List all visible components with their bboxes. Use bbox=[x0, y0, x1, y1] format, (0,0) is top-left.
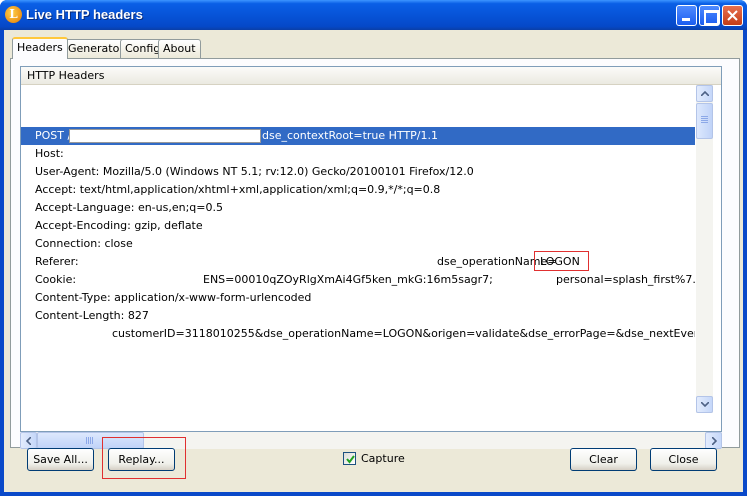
post-body: customerID=3118010255&dse_operationName=… bbox=[112, 327, 695, 340]
vertical-scrollbar[interactable] bbox=[696, 85, 713, 413]
host-header: Host: bbox=[35, 147, 64, 160]
list-item[interactable]: Connection: close bbox=[21, 235, 695, 253]
live-http-headers-icon: L bbox=[5, 6, 22, 23]
title-bar[interactable]: L Live HTTP headers bbox=[0, 0, 747, 30]
close-icon bbox=[727, 10, 738, 21]
chevron-right-icon bbox=[712, 437, 717, 445]
list-item[interactable]: User-Agent: Mozilla/5.0 (Windows NT 5.1;… bbox=[21, 163, 695, 181]
cookie-value-1: ENS=00010qZOyRlgXmAi4Gf5ken_mkG:16m5sagr… bbox=[203, 273, 493, 286]
chevron-up-icon bbox=[701, 91, 709, 96]
accept-encoding-header: Accept-Encoding: gzip, deflate bbox=[35, 219, 203, 232]
scroll-left-button[interactable] bbox=[20, 432, 37, 449]
vertical-scroll-thumb[interactable] bbox=[696, 103, 713, 139]
list-item[interactable]: Content-Type: application/x-www-form-url… bbox=[21, 289, 695, 307]
request-line-row[interactable]: POST / dse_contextRoot=true HTTP/1.1 bbox=[21, 127, 695, 145]
user-agent-header: User-Agent: Mozilla/5.0 (Windows NT 5.1;… bbox=[35, 165, 474, 178]
capture-label: Capture bbox=[361, 452, 405, 465]
chevron-left-icon bbox=[26, 437, 31, 445]
list-item[interactable]: Referer: dse_operationName= LOGON bbox=[21, 251, 695, 271]
scroll-down-button[interactable] bbox=[696, 396, 713, 413]
cookie-label: Cookie: bbox=[35, 273, 77, 286]
checkmark-icon bbox=[346, 455, 355, 464]
accept-header: Accept: text/html,application/xhtml+xml,… bbox=[35, 183, 441, 196]
chevron-down-icon bbox=[701, 402, 709, 407]
tab-about[interactable]: About bbox=[158, 39, 201, 58]
redacted-url bbox=[69, 129, 261, 143]
main-window: L Live HTTP headers Headers Generator Co… bbox=[0, 0, 747, 496]
cookie-value-2: personal=splash_first%7... bbox=[556, 273, 695, 286]
request-method: POST / bbox=[35, 129, 72, 142]
maximize-button[interactable] bbox=[699, 5, 720, 26]
list-item[interactable]: Host: bbox=[21, 145, 695, 163]
referer-label: Referer: bbox=[35, 255, 79, 268]
http-headers-column-header[interactable]: HTTP Headers bbox=[21, 67, 721, 85]
http-headers-list[interactable]: HTTP Headers POST / dse_contextRoot=true… bbox=[20, 66, 722, 432]
replay-highlight-box bbox=[102, 437, 186, 479]
list-item[interactable]: Content-Length: 827 bbox=[21, 307, 695, 325]
request-line-rest: dse_contextRoot=true HTTP/1.1 bbox=[262, 129, 438, 142]
content-length-header: Content-Length: 827 bbox=[35, 309, 149, 322]
capture-checkbox[interactable] bbox=[343, 452, 356, 465]
logon-highlight-box bbox=[534, 251, 589, 271]
minimize-button[interactable] bbox=[676, 5, 697, 26]
header-rows: POST / dse_contextRoot=true HTTP/1.1 Hos… bbox=[21, 85, 695, 413]
list-item[interactable]: customerID=3118010255&dse_operationName=… bbox=[21, 325, 695, 343]
content-type-header: Content-Type: application/x-www-form-url… bbox=[35, 291, 312, 304]
scroll-up-button[interactable] bbox=[696, 85, 713, 102]
tab-generator[interactable]: Generator bbox=[63, 39, 129, 58]
list-item[interactable]: Accept: text/html,application/xhtml+xml,… bbox=[21, 181, 695, 199]
connection-header: Connection: close bbox=[35, 237, 133, 250]
close-button[interactable]: Close bbox=[650, 448, 717, 471]
window-client-area: Headers Generator Config About HTTP Head… bbox=[4, 30, 743, 492]
list-item[interactable]: Accept-Language: en-us,en;q=0.5 bbox=[21, 199, 695, 217]
save-all-button[interactable]: Save All... bbox=[27, 448, 94, 471]
close-window-button[interactable] bbox=[722, 5, 743, 26]
scroll-right-button[interactable] bbox=[705, 432, 722, 449]
tab-headers[interactable]: Headers bbox=[12, 37, 68, 59]
list-item[interactable]: Cookie: ENS=00010qZOyRlgXmAi4Gf5ken_mkG:… bbox=[21, 271, 695, 289]
window-title: Live HTTP headers bbox=[26, 7, 143, 22]
accept-language-header: Accept-Language: en-us,en;q=0.5 bbox=[35, 201, 223, 214]
list-item[interactable]: Accept-Encoding: gzip, deflate bbox=[21, 217, 695, 235]
clear-button[interactable]: Clear bbox=[570, 448, 637, 471]
